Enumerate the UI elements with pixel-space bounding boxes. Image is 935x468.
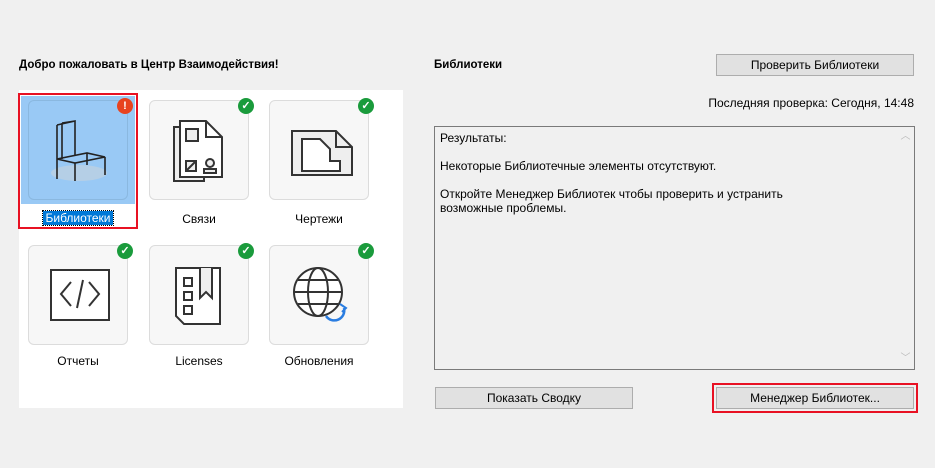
last-check-text: Последняя проверка: Сегодня, 14:48: [708, 96, 914, 110]
globe-update-icon: [293, 267, 348, 322]
code-icon: [50, 269, 110, 321]
tile-label: Библиотеки: [42, 210, 114, 226]
results-textarea[interactable]: Результаты: Некоторые Библиотечные элеме…: [434, 126, 915, 370]
tile-licenses[interactable]: ✓: [149, 243, 254, 345]
check-libraries-button[interactable]: Проверить Библиотеки: [716, 54, 914, 76]
error-badge-icon: !: [117, 98, 133, 114]
scroll-up-icon[interactable]: ︿: [897, 130, 914, 144]
scroll-down-icon[interactable]: ﹀: [897, 352, 914, 366]
show-summary-button[interactable]: Показать Сводку: [435, 387, 633, 409]
ok-badge-icon: ✓: [238, 98, 254, 114]
tile-label: Licenses: [175, 354, 223, 368]
tile-label: Обновления: [284, 354, 354, 368]
results-line: Откройте Менеджер Библиотек чтобы провер…: [440, 187, 783, 215]
section-title: Библиотеки: [434, 59, 503, 71]
ok-badge-icon: ✓: [358, 98, 374, 114]
tile-label: Связи: [182, 212, 216, 226]
ok-badge-icon: ✓: [358, 243, 374, 259]
chair-icon: [51, 120, 107, 181]
linked-documents-icon: [173, 120, 223, 182]
results-line: Некоторые Библиотечные элементы отсутств…: [440, 159, 717, 173]
tile-links[interactable]: ✓: [149, 98, 254, 200]
ok-badge-icon: ✓: [117, 243, 133, 259]
tile-libraries[interactable]: !: [28, 98, 133, 200]
results-heading: Результаты:: [440, 131, 507, 145]
tile-reports[interactable]: ✓: [28, 243, 133, 345]
scrollbar[interactable]: ︿ ﹀: [897, 127, 914, 369]
drawing-icon: [291, 130, 353, 176]
tile-label: Отчеты: [57, 354, 99, 368]
tile-updates[interactable]: ✓: [269, 243, 374, 345]
library-manager-button[interactable]: Менеджер Библиотек...: [716, 387, 914, 409]
ok-badge-icon: ✓: [238, 243, 254, 259]
welcome-title: Добро пожаловать в Центр Взаимодействия!: [19, 59, 279, 71]
tile-drawings[interactable]: ✓: [269, 98, 374, 200]
license-icon: [175, 267, 221, 325]
tile-label: Чертежи: [295, 212, 343, 226]
